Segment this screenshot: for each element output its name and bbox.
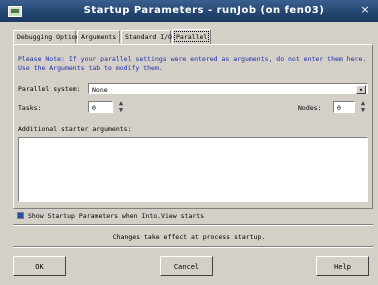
close-button[interactable]: × <box>358 3 372 17</box>
nodes-input[interactable]: 0 <box>333 101 355 113</box>
title-bar[interactable]: Startup Parameters - runJob (on fen03) × <box>0 0 378 22</box>
ok-button[interactable]: OK <box>13 256 66 276</box>
tasks-input[interactable]: 0 <box>88 101 113 113</box>
tasks-label: Tasks: <box>18 104 42 112</box>
nodes-label: Nodes: <box>298 104 322 112</box>
cancel-button[interactable]: Cancel <box>160 256 213 276</box>
divider <box>13 246 373 248</box>
tab-arguments[interactable]: Arguments <box>77 30 120 43</box>
tasks-value: 0 <box>92 104 96 112</box>
starter-args-label: Additional starter arguments: <box>18 125 132 133</box>
nodes-value: 0 <box>337 104 341 112</box>
app-icon <box>8 6 22 17</box>
tab-parallel[interactable]: Parallel <box>172 29 211 44</box>
tasks-stepper-icon[interactable]: ▲ ▼ <box>117 100 125 114</box>
parallel-note: Please Note: If your parallel settings w… <box>18 55 367 72</box>
help-button[interactable]: Help <box>316 256 369 276</box>
show-params-label: Show Startup Parameters when Into.View s… <box>28 212 205 220</box>
footer-note: Changes take effect at process startup. <box>112 233 266 241</box>
starter-args-textarea[interactable] <box>18 137 368 202</box>
chevron-down-icon[interactable]: ▾ <box>356 85 366 94</box>
tab-standard-io[interactable]: Standard I/O <box>121 30 172 43</box>
parallel-system-select[interactable]: None ▾ <box>88 83 368 94</box>
show-params-checkbox[interactable] <box>17 212 24 219</box>
parallel-system-value: None <box>92 86 108 94</box>
tab-debugging-options[interactable]: Debugging Options <box>13 30 84 43</box>
parallel-system-label: Parallel system: <box>18 85 81 93</box>
nodes-stepper-icon[interactable]: ▲ ▼ <box>359 100 367 114</box>
window-title: Startup Parameters - runJob (on fen03) <box>83 5 325 16</box>
divider <box>13 224 373 226</box>
